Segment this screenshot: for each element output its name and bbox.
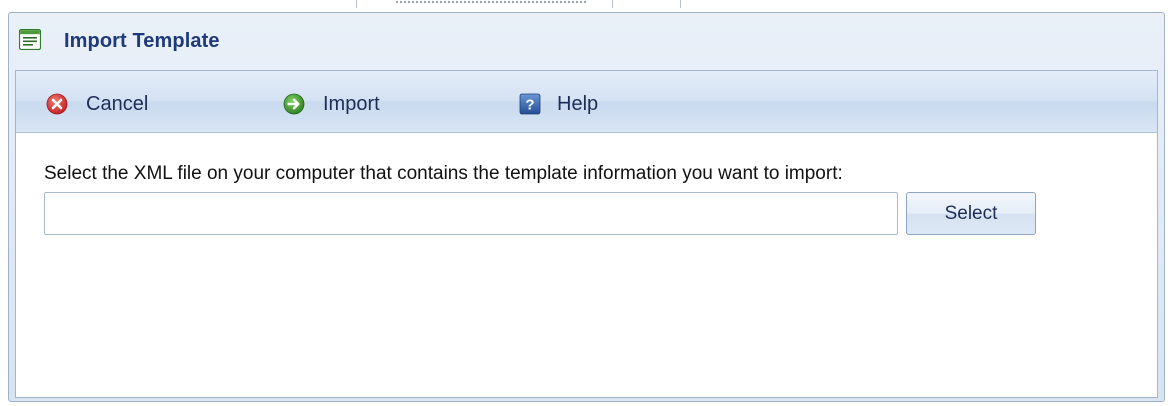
help-button-label: Help [557,92,599,115]
select-file-button[interactable]: Select [906,192,1036,235]
import-instruction-text: Select the XML file on your computer tha… [44,163,843,184]
svg-text:?: ? [525,97,534,114]
background-partial-header [356,0,686,8]
import-template-dialog: Import Template Cancel Import ? Help Sel… [8,12,1165,402]
dialog-title: Import Template [64,30,220,52]
background-divider [356,0,357,8]
background-divider [612,0,613,8]
help-icon: ? [519,93,541,115]
template-document-icon [19,29,41,50]
background-divider [680,0,681,8]
file-path-input[interactable] [44,192,898,235]
background-cutoff-text [396,1,586,7]
cancel-button-label: Cancel [86,92,149,115]
help-button[interactable]: ? Help [519,90,598,118]
import-arrow-icon [283,93,305,115]
dialog-toolbar: Cancel Import ? Help [16,71,1157,133]
dialog-content-panel: Cancel Import ? Help Select the XML file… [15,70,1158,398]
cancel-button[interactable]: Cancel [46,90,148,118]
import-button[interactable]: Import [283,90,380,118]
import-button-label: Import [323,92,380,115]
dialog-title-bar[interactable]: Import Template [9,13,1164,69]
cancel-icon [46,93,68,115]
